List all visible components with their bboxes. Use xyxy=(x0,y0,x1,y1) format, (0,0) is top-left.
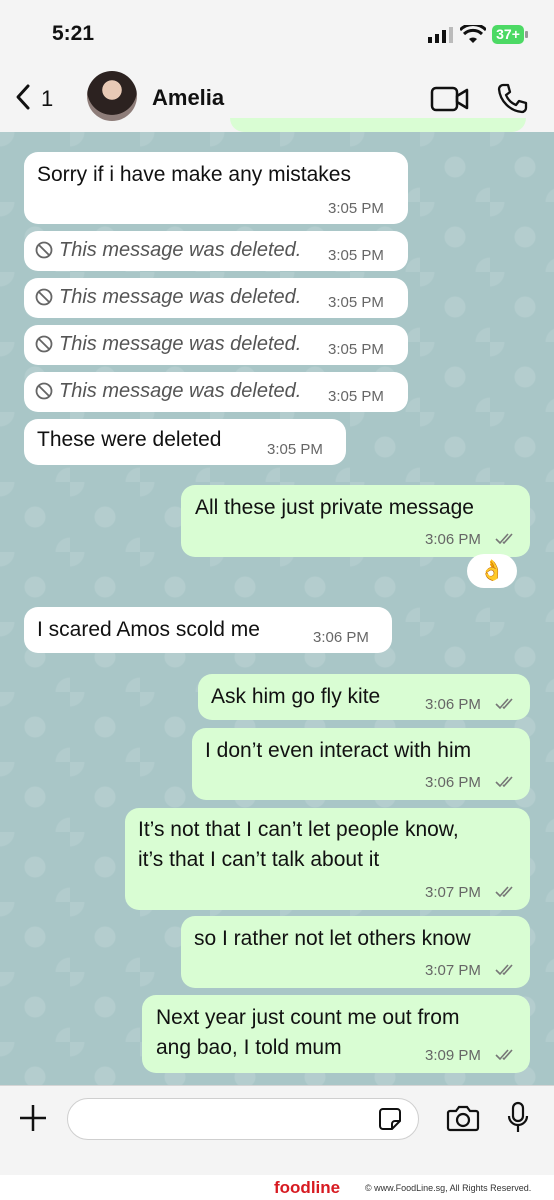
message-deleted[interactable]: This message was deleted. 3:05 PM xyxy=(24,372,408,412)
message-text: Sorry if i have make any mistakes xyxy=(37,163,351,186)
battery-icon: 37+ xyxy=(492,25,524,44)
previous-message-edge xyxy=(230,118,526,132)
deleted-icon xyxy=(35,288,53,306)
status-time: 5:21 xyxy=(52,22,95,45)
plus-icon[interactable] xyxy=(18,1103,48,1133)
message-outgoing[interactable]: so I rather not let others know 3:07 PM xyxy=(181,916,530,988)
message-time: 3:05 PM xyxy=(328,341,384,358)
message-text: I scared Amos scold me xyxy=(37,618,260,641)
message-time: 3:06 PM xyxy=(425,531,481,548)
phone-call-icon[interactable] xyxy=(496,82,528,114)
camera-icon[interactable] xyxy=(446,1103,480,1133)
message-incoming[interactable]: These were deleted 3:05 PM xyxy=(24,419,346,465)
read-receipt-icon xyxy=(495,776,513,788)
message-time: 3:05 PM xyxy=(267,441,323,458)
microphone-icon[interactable] xyxy=(506,1101,530,1135)
message-time: 3:09 PM xyxy=(425,1047,481,1064)
message-text: Ask him go fly kite xyxy=(211,685,381,708)
avatar[interactable] xyxy=(87,71,137,121)
signal-icon xyxy=(428,27,453,43)
message-text: so I rather not let others know xyxy=(194,927,471,950)
message-text-line-1: It’s not that I can’t let people know, xyxy=(138,818,459,841)
battery-cap xyxy=(525,31,528,38)
foodline-logo: foodline xyxy=(274,1178,341,1197)
message-text: This message was deleted. xyxy=(59,333,302,355)
deleted-icon xyxy=(35,335,53,353)
message-input[interactable] xyxy=(67,1098,419,1140)
read-receipt-icon xyxy=(495,1049,513,1061)
message-time: 3:05 PM xyxy=(328,388,384,405)
message-deleted[interactable]: This message was deleted. 3:05 PM xyxy=(24,278,408,318)
unread-count[interactable]: 1 xyxy=(41,86,53,112)
message-text-line-1: Next year just count me out from xyxy=(156,1006,460,1029)
contact-name[interactable]: Amelia xyxy=(152,85,224,111)
read-receipt-icon xyxy=(495,964,513,976)
message-time: 3:06 PM xyxy=(425,774,481,791)
read-receipt-icon xyxy=(495,886,513,898)
reaction-badge[interactable]: 👌 xyxy=(467,554,517,588)
message-text: This message was deleted. xyxy=(59,286,302,308)
message-text: This message was deleted. xyxy=(59,239,302,261)
message-text: This message was deleted. xyxy=(59,380,302,402)
message-time: 3:07 PM xyxy=(425,884,481,901)
read-receipt-icon xyxy=(495,533,513,545)
message-time: 3:06 PM xyxy=(425,696,481,713)
message-outgoing[interactable]: All these just private message 3:06 PM xyxy=(181,485,530,557)
video-call-icon[interactable] xyxy=(430,85,470,113)
back-arrow-icon[interactable] xyxy=(10,82,40,112)
message-deleted[interactable]: This message was deleted. 3:05 PM xyxy=(24,231,408,271)
message-outgoing[interactable]: It’s not that I can’t let people know, i… xyxy=(125,808,530,910)
message-time: 3:06 PM xyxy=(313,629,369,646)
wifi-icon xyxy=(460,25,486,43)
deleted-icon xyxy=(35,382,53,400)
message-outgoing[interactable]: Next year just count me out from ang bao… xyxy=(142,995,530,1073)
message-text-line-2: ang bao, I told mum xyxy=(156,1036,342,1059)
sticker-icon[interactable] xyxy=(378,1107,402,1131)
message-incoming[interactable]: Sorry if i have make any mistakes 3:05 P… xyxy=(24,152,408,224)
message-outgoing[interactable]: Ask him go fly kite 3:06 PM xyxy=(198,674,530,720)
deleted-icon xyxy=(35,241,53,259)
message-outgoing[interactable]: I don’t even interact with him 3:06 PM xyxy=(192,728,530,800)
copyright-text: © www.FoodLine.sg, All Rights Reserved. xyxy=(365,1183,532,1193)
message-time: 3:05 PM xyxy=(328,200,384,217)
message-text: These were deleted xyxy=(37,428,222,451)
battery-level: 37+ xyxy=(496,26,520,42)
message-text: All these just private message xyxy=(195,496,474,519)
message-deleted[interactable]: This message was deleted. 3:05 PM xyxy=(24,325,408,365)
read-receipt-icon xyxy=(495,698,513,710)
message-time: 3:07 PM xyxy=(425,962,481,979)
message-time: 3:05 PM xyxy=(328,247,384,264)
message-time: 3:05 PM xyxy=(328,294,384,311)
message-incoming[interactable]: I scared Amos scold me 3:06 PM xyxy=(24,607,392,653)
message-text: I don’t even interact with him xyxy=(205,739,472,762)
message-text-line-2: it’s that I can’t talk about it xyxy=(138,848,380,871)
